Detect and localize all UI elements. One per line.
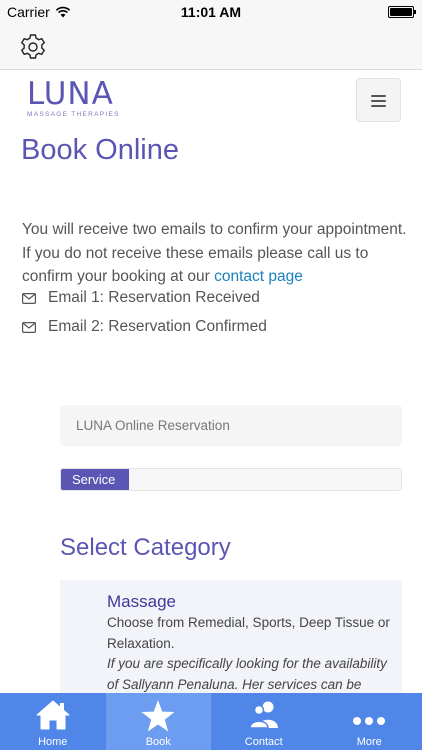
- menu-button[interactable]: [356, 78, 401, 122]
- contact-page-link[interactable]: contact page: [214, 268, 303, 285]
- logo-tagline: MASSAGE THERAPIES: [27, 111, 120, 118]
- category-name[interactable]: Massage: [107, 592, 176, 612]
- email-label: Email 1: Reservation Received: [48, 289, 260, 306]
- progress-step-service: Service: [61, 469, 129, 490]
- envelope-icon: [22, 321, 36, 333]
- tab-label: Contact: [244, 736, 283, 748]
- more-dots-icon: [353, 717, 386, 725]
- booking-progress-bar: Service: [60, 468, 402, 491]
- battery-icon: [388, 6, 416, 18]
- category-note: If you are specifically looking for the …: [107, 656, 387, 692]
- envelope-icon: [22, 292, 36, 304]
- page-title: Book Online: [21, 134, 179, 166]
- category-item-massage[interactable]: Massage Choose from Remedial, Sports, De…: [60, 580, 402, 700]
- star-icon: [141, 700, 175, 732]
- tab-more[interactable]: More: [317, 693, 422, 750]
- email-item: Email 1: Reservation Received: [22, 289, 260, 307]
- tab-contact[interactable]: Contact: [211, 693, 317, 750]
- settings-button[interactable]: [18, 32, 48, 62]
- tab-label: Book: [145, 736, 171, 748]
- category-description: Choose from Remedial, Sports, Deep Tissu…: [107, 615, 390, 651]
- tab-label: More: [356, 736, 382, 748]
- tab-book[interactable]: Book: [105, 693, 211, 750]
- people-icon: [248, 701, 278, 729]
- luna-logo[interactable]: LUNA MASSAGE THERAPIES: [27, 78, 123, 118]
- tab-label: Home: [38, 736, 68, 748]
- logo-wordmark: LUNA: [27, 76, 114, 112]
- gear-icon: [20, 34, 46, 59]
- section-title: Select Category: [60, 534, 231, 561]
- email-item: Email 2: Reservation Confirmed: [22, 318, 267, 336]
- home-icon: [36, 700, 70, 730]
- status-bar: Carrier 11:01 AM: [0, 0, 422, 24]
- email-label: Email 2: Reservation Confirmed: [48, 318, 267, 335]
- reservation-heading: LUNA Online Reservation: [60, 405, 402, 446]
- tab-bar: Home Book Contact More: [0, 693, 422, 750]
- intro-text: You will receive two emails to confirm y…: [22, 218, 407, 289]
- status-time: 11:01 AM: [180, 4, 242, 20]
- app-toolbar: [0, 24, 422, 70]
- hamburger-menu-icon: [371, 95, 386, 110]
- tab-home[interactable]: Home: [0, 693, 106, 750]
